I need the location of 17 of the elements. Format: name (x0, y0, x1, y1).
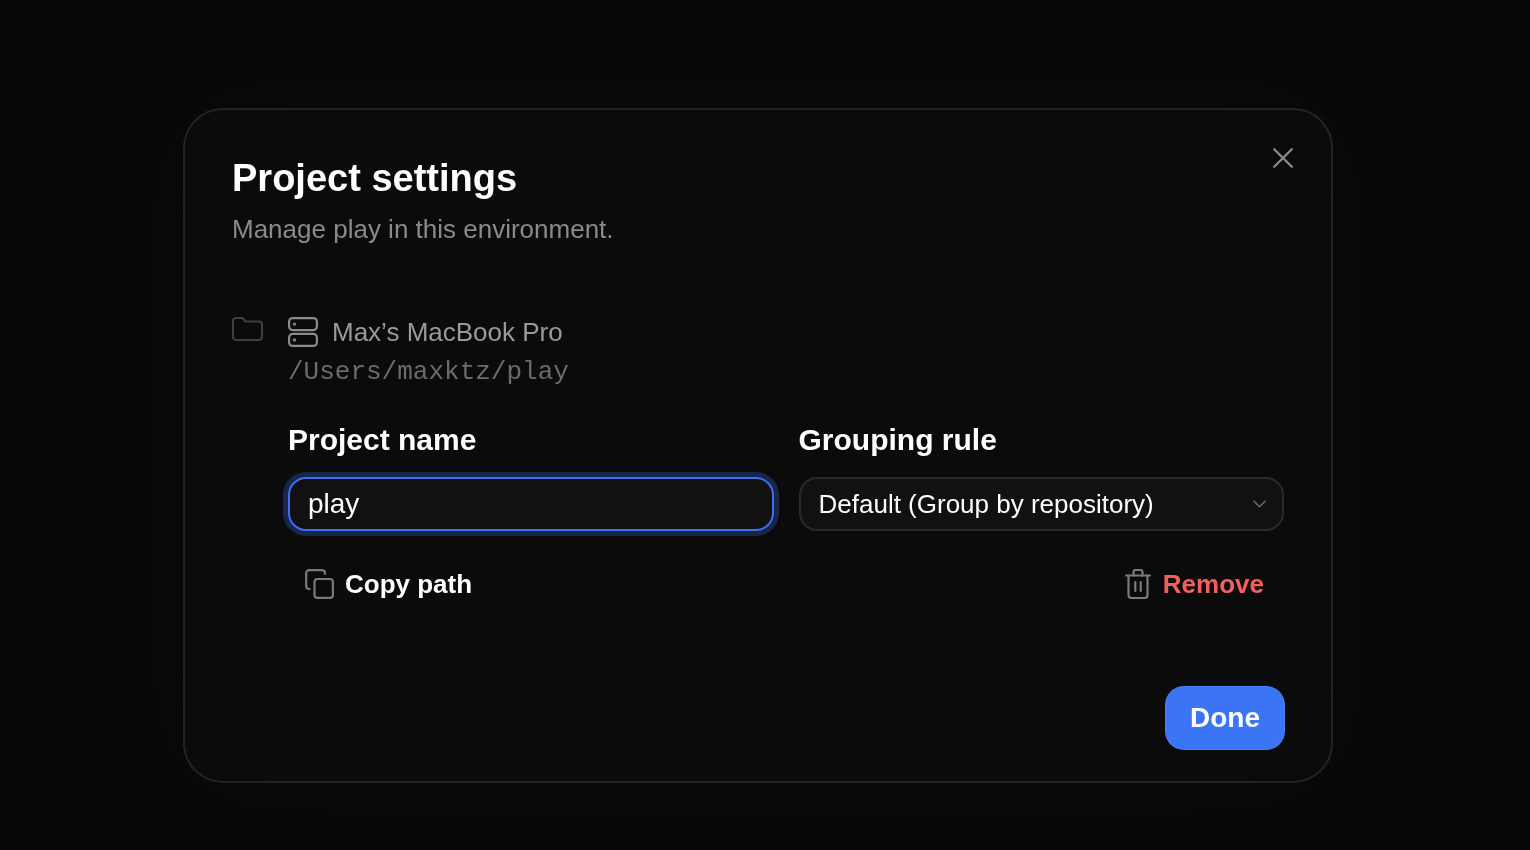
copy-icon (305, 569, 334, 599)
field-label: Grouping rule (798, 422, 998, 458)
host-name: Max’s MacBook Pro (332, 316, 563, 349)
grouping-select[interactable]: Default (Group by repository) (798, 477, 1284, 531)
trash-icon (1124, 569, 1151, 599)
dialog-subtitle: Manage play in this environment. (232, 213, 614, 246)
project-path: /Users/maxktz/play (288, 356, 569, 389)
done-button[interactable]: Done (1166, 687, 1284, 749)
server-icon (288, 317, 318, 347)
chevron-down-icon (1253, 500, 1266, 508)
field-label: Project name (288, 422, 478, 458)
copy-path-button[interactable]: Copy path (288, 566, 490, 602)
close-icon (1273, 148, 1293, 168)
dialog-title: Project settings (232, 156, 518, 201)
project-name-input[interactable]: play (288, 477, 774, 531)
remove-button[interactable]: Remove (1104, 566, 1284, 602)
folder-icon (232, 317, 263, 341)
